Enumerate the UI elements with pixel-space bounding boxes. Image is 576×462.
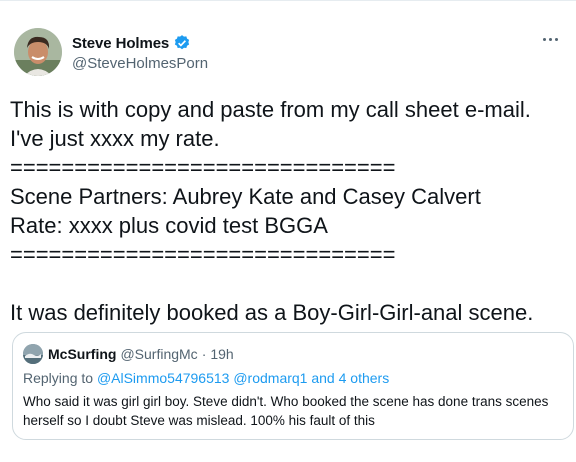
dot bbox=[542, 37, 546, 41]
tweet-line: ============================== bbox=[10, 242, 396, 267]
tweet-line: Rate: xxxx plus covid test BGGA bbox=[10, 213, 328, 238]
separator-dot: · bbox=[201, 346, 207, 362]
tweet-line: ============================== bbox=[10, 155, 396, 180]
quoted-handle[interactable]: @SurfingMc bbox=[120, 346, 197, 362]
quoted-avatar-image bbox=[23, 344, 43, 364]
quoted-tweet-text: Who said it was girl girl boy. Steve did… bbox=[23, 394, 549, 428]
dot bbox=[554, 37, 558, 41]
author-handle[interactable]: @SteveHolmesPorn bbox=[72, 55, 208, 72]
dot bbox=[548, 37, 552, 41]
quoted-avatar[interactable] bbox=[23, 344, 43, 364]
avatar-image bbox=[14, 28, 62, 76]
tweet-line: I've just xxxx my rate. bbox=[10, 126, 220, 151]
tweet-line: It was definitely booked as a Boy-Girl-G… bbox=[10, 300, 534, 325]
top-divider bbox=[0, 0, 576, 1]
replying-users-link[interactable]: @AlSimmo54796513 @rodmarq1 bbox=[97, 370, 308, 386]
tweet-line: Scene Partners: Aubrey Kate and Casey Ca… bbox=[10, 184, 481, 209]
replying-others-link[interactable]: and 4 others bbox=[307, 370, 389, 386]
avatar[interactable] bbox=[14, 28, 62, 76]
more-options-icon[interactable] bbox=[538, 30, 562, 48]
tweet-line: This is with copy and paste from my call… bbox=[10, 97, 531, 122]
quoted-tweet-header: McSurfing @SurfingMc · 19h bbox=[23, 344, 234, 364]
quoted-display-name[interactable]: McSurfing bbox=[48, 346, 116, 362]
author-display-name[interactable]: Steve Holmes bbox=[72, 35, 169, 52]
verified-badge-icon bbox=[175, 35, 190, 50]
quoted-tweet[interactable]: McSurfing @SurfingMc · 19h Replying to @… bbox=[12, 332, 574, 440]
replying-to: Replying to @AlSimmo54796513 @rodmarq1 a… bbox=[23, 370, 389, 386]
tweet-text: This is with copy and paste from my call… bbox=[10, 95, 570, 327]
quoted-timestamp[interactable]: 19h bbox=[210, 346, 233, 362]
replying-prefix: Replying to bbox=[23, 370, 97, 386]
author-name-row[interactable]: Steve Holmes bbox=[72, 34, 191, 52]
